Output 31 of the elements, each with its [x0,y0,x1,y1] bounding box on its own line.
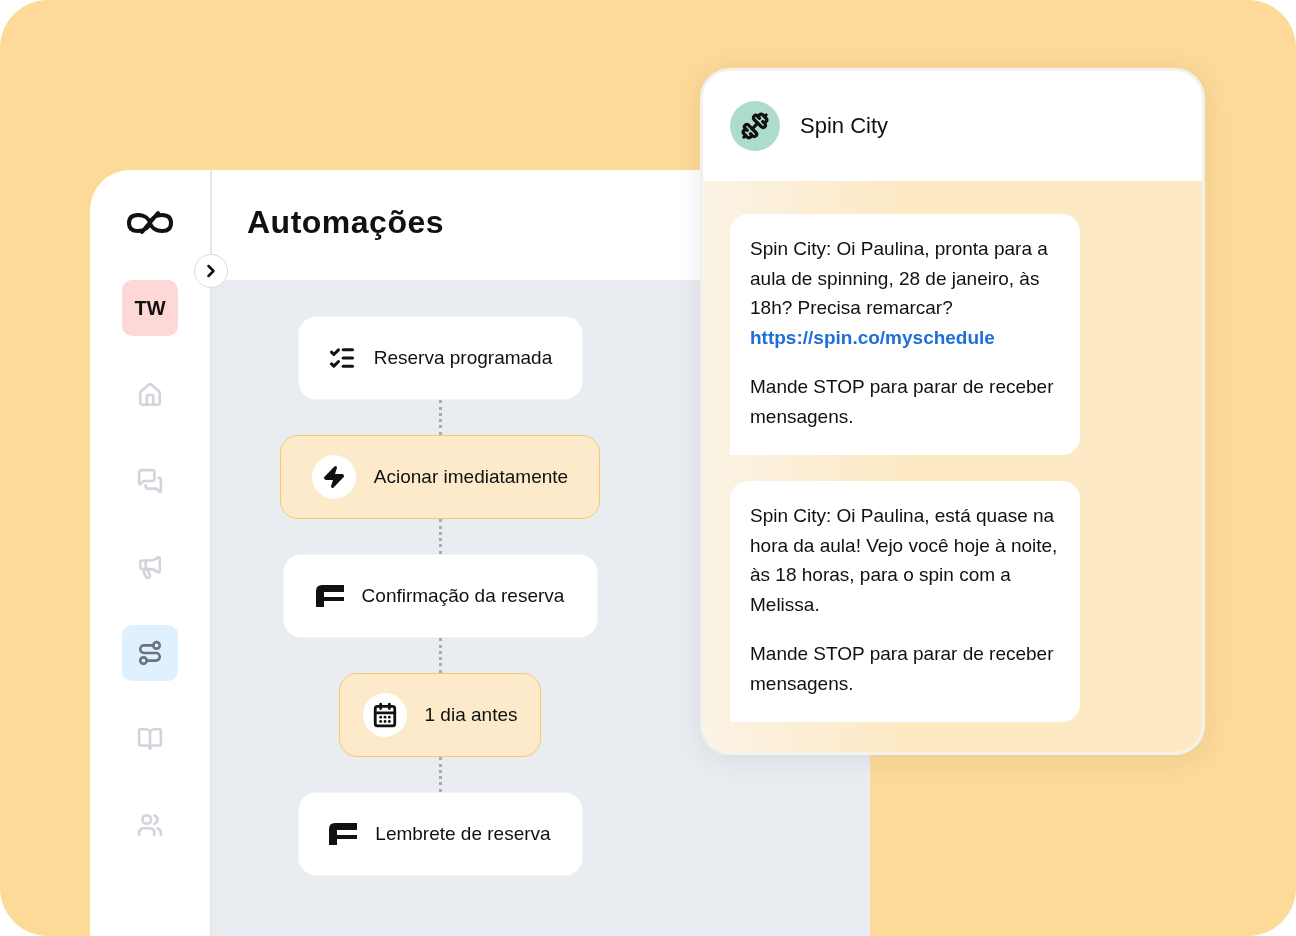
node-label: Confirmação da reserva [361,585,565,607]
flow-node[interactable]: Reserva programada [297,316,583,400]
flow-node[interactable]: Acionar imediatamente [280,435,600,519]
flow-node[interactable]: Lembrete de reserva [297,792,583,876]
message-block-icon [315,585,344,607]
megaphone-icon [137,554,163,580]
calendar-icon [362,693,407,737]
message-link[interactable]: https://spin.co/myschedule [750,326,995,348]
logo-icon [126,210,174,236]
people-icon [137,812,163,838]
message-footer: Mande STOP para parar de receber mensagens. [750,372,1060,431]
dumbbell-icon [741,112,769,140]
lightning-icon [311,455,356,499]
node-label: Reserva programada [373,347,553,369]
nav-button[interactable] [122,625,178,681]
message-text: Spin City: Oi Paulina, pronta para a aula de spinning, 28 de janeiro, às 18h? Precisa remarcar? https://spin.co/myschedule [750,237,1049,350]
flow-node[interactable]: Confirmação da reserva [282,554,598,638]
workspace-avatar[interactable]: TW [122,280,178,336]
contact-name: Spin City [800,113,889,139]
home-icon [137,382,163,408]
node-label: 1 dia antes [424,704,518,726]
flow-node[interactable]: 1 dia antes [339,673,541,757]
node-label: Lembrete de reserva [375,823,551,845]
message-text: Spin City: Oi Paulina, está quase na hora da aula! Vejo você hoje à noite, às 18 horas, para o spin com a Melissa. [750,504,1059,617]
book-icon [137,726,163,752]
node-label: Acionar imediatamente [373,466,569,488]
message-footer: Mande STOP para parar de receber mensagens. [750,639,1060,698]
message-block-icon [329,823,358,845]
page-title: Automações [247,203,445,241]
route-icon [137,640,163,666]
chat-bubbles-icon [137,468,163,494]
